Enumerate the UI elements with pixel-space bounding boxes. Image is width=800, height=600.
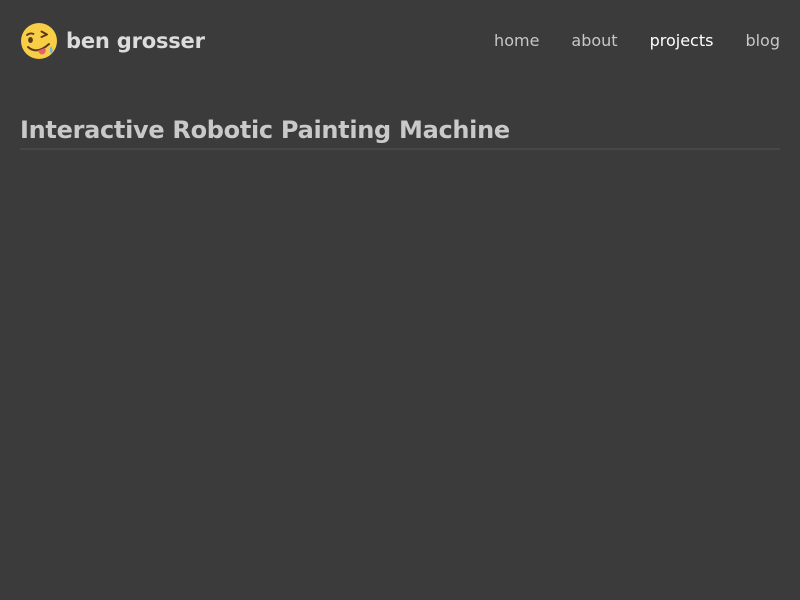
main-nav: home about projects blog bbox=[462, 21, 780, 61]
nav-item-projects[interactable]: projects bbox=[650, 21, 714, 61]
site-brand-link[interactable]: ben grosser bbox=[20, 21, 205, 61]
winking-tongue-face-icon bbox=[21, 23, 57, 59]
page: ben grosser home about projects blog Int… bbox=[0, 0, 800, 600]
site-header: ben grosser home about projects blog bbox=[20, 21, 780, 61]
nav-item-home[interactable]: home bbox=[494, 21, 539, 61]
site-name: ben grosser bbox=[66, 29, 205, 53]
nav-item-blog[interactable]: blog bbox=[745, 21, 780, 61]
nav-item-about[interactable]: about bbox=[571, 21, 617, 61]
page-title: Interactive Robotic Painting Machine bbox=[20, 114, 780, 150]
